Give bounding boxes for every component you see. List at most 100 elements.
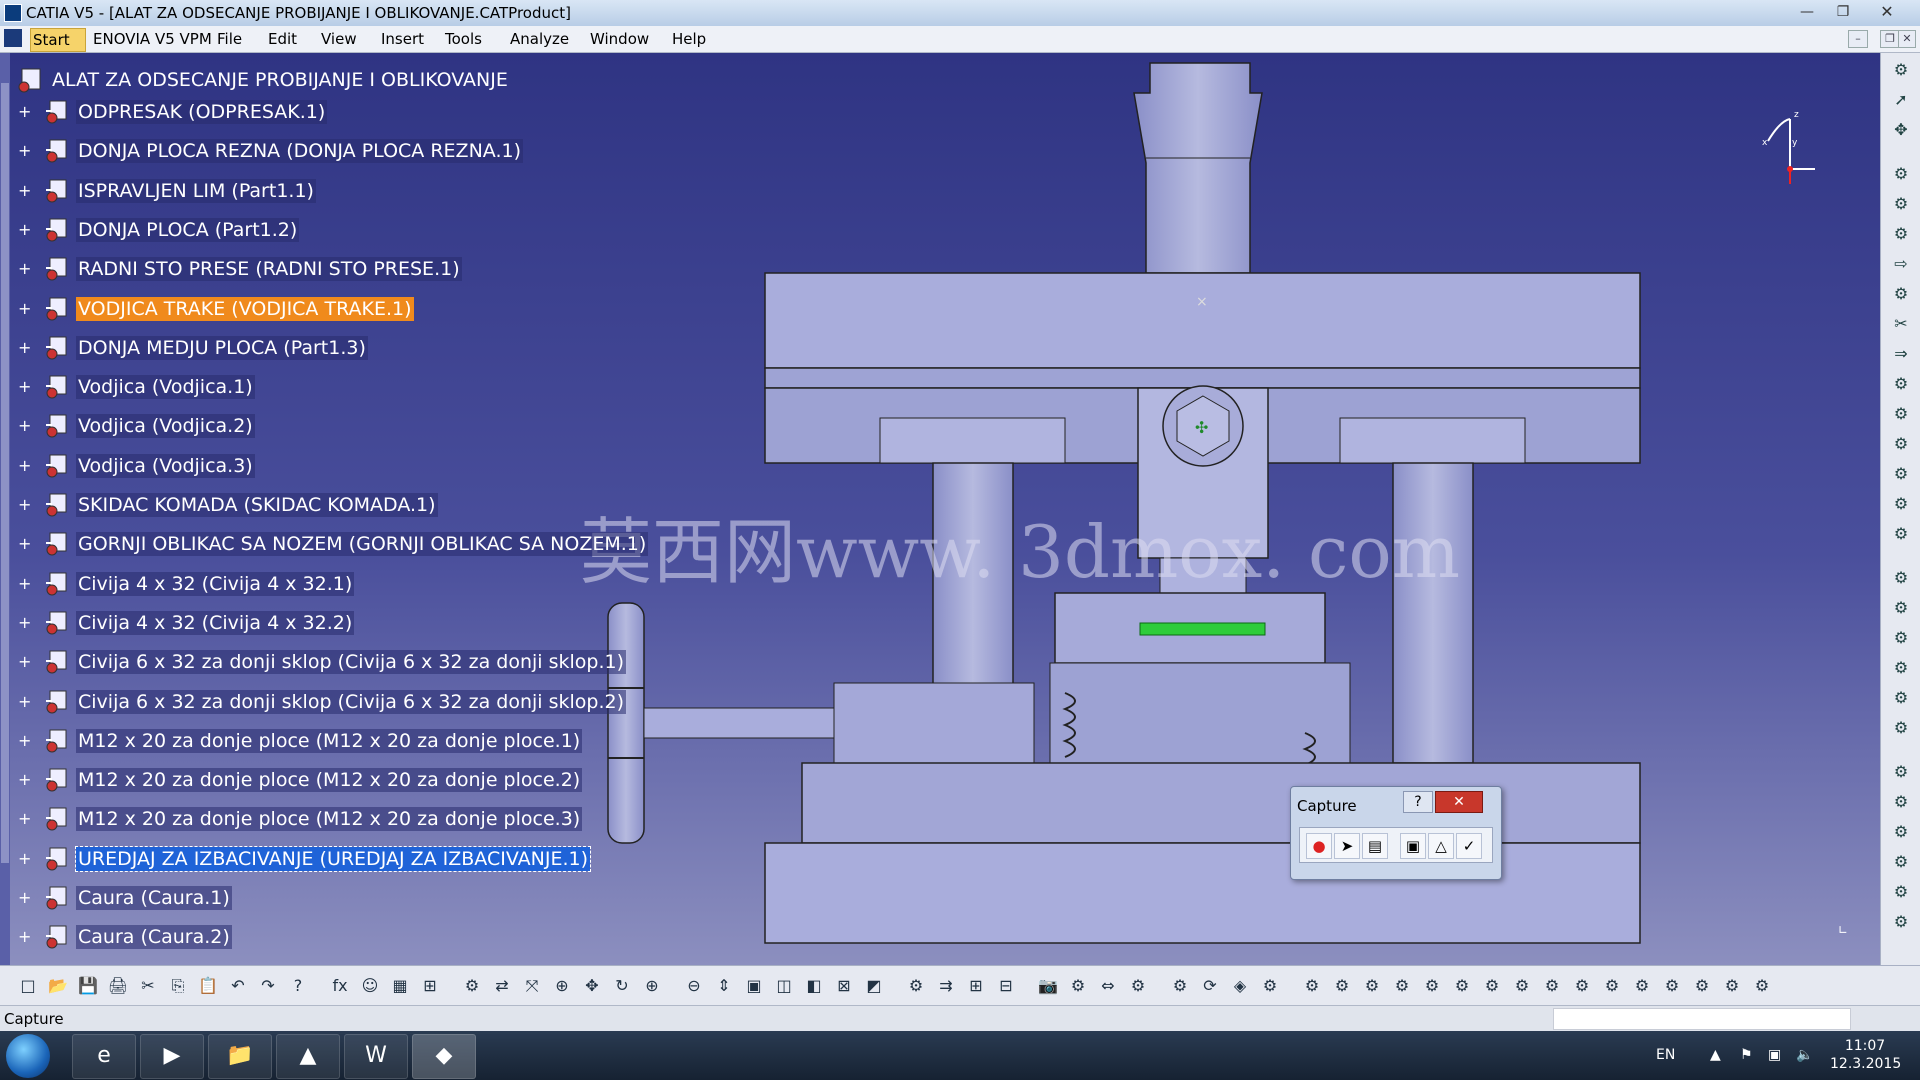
standard-tool-icon[interactable]: ⊕ (550, 975, 574, 997)
workbench-tool-icon[interactable]: ✂ (1889, 313, 1913, 335)
workbench-tool-icon[interactable]: ⚙ (1889, 59, 1913, 81)
workbench-tool-icon[interactable]: ⚙ (1889, 493, 1913, 515)
workbench-tool-icon[interactable]: ⚙ (1889, 851, 1913, 873)
expand-icon[interactable]: + (18, 536, 31, 552)
workbench-tool-icon[interactable]: ⚙ (1889, 881, 1913, 903)
menu-file[interactable]: File (217, 30, 242, 48)
workbench-tool-icon[interactable]: ⚙ (1889, 687, 1913, 709)
workbench-tool-icon[interactable]: ⚙ (1889, 627, 1913, 649)
workbench-tool-icon[interactable]: ⚙ (1889, 163, 1913, 185)
expand-icon[interactable]: + (18, 418, 31, 434)
workbench-tool-icon[interactable]: ⚙ (1889, 761, 1913, 783)
workbench-tool-icon[interactable]: ⚙ (1889, 717, 1913, 739)
menu-view[interactable]: View (321, 30, 357, 48)
standard-tool-icon[interactable]: ▦ (388, 975, 412, 997)
tray-network-icon[interactable]: ▣ (1768, 1047, 1781, 1063)
standard-tool-icon[interactable]: 💾 (76, 975, 100, 997)
standard-tool-icon[interactable]: ⚙ (1390, 975, 1414, 997)
workbench-tool-icon[interactable]: ⚙ (1889, 283, 1913, 305)
workbench-tool-icon[interactable]: ⚙ (1889, 373, 1913, 395)
standard-tool-icon[interactable]: ⚙ (1066, 975, 1090, 997)
standard-tool-icon[interactable]: ⚙ (1480, 975, 1504, 997)
standard-tool-icon[interactable]: ↻ (610, 975, 634, 997)
standard-tool-icon[interactable]: ✥ (580, 975, 604, 997)
standard-tool-icon[interactable]: 📋 (196, 975, 220, 997)
expand-icon[interactable]: + (18, 654, 31, 670)
capture-options-icon[interactable]: ▤ (1362, 833, 1388, 859)
standard-tool-icon[interactable]: ⚙ (1750, 975, 1774, 997)
standard-tool-icon[interactable]: ⚙ (1420, 975, 1444, 997)
catia-menu-icon[interactable] (4, 29, 22, 47)
standard-tool-icon[interactable]: ⚙ (1690, 975, 1714, 997)
menu-window[interactable]: Window (590, 30, 649, 48)
standard-tool-icon[interactable]: ↷ (256, 975, 280, 997)
standard-tool-icon[interactable]: ⎘ (166, 975, 190, 997)
standard-tool-icon[interactable]: ☺ (358, 975, 382, 997)
standard-tool-icon[interactable]: ✂ (136, 975, 160, 997)
standard-tool-icon[interactable]: ⊖ (682, 975, 706, 997)
standard-tool-icon[interactable]: fx (328, 975, 352, 997)
tray-flag-icon[interactable]: ⚑ (1740, 1047, 1753, 1063)
taskbar-media-player-icon[interactable]: ▶ (140, 1034, 204, 1079)
taskbar-ie-icon[interactable]: e (72, 1034, 136, 1079)
standard-tool-icon[interactable]: ⚙ (1300, 975, 1324, 997)
workbench-tool-icon[interactable]: ✥ (1889, 119, 1913, 141)
standard-tool-icon[interactable]: ⤧ (520, 975, 544, 997)
expand-icon[interactable]: + (18, 693, 31, 709)
expand-icon[interactable]: + (18, 890, 31, 906)
tray-show-hidden-icon[interactable]: ▲ (1710, 1047, 1721, 1063)
standard-tool-icon[interactable]: ⇔ (1096, 975, 1120, 997)
menu-insert[interactable]: Insert (381, 30, 424, 48)
menu-tools[interactable]: Tools (445, 30, 482, 48)
expand-icon[interactable]: + (18, 614, 31, 630)
standard-tool-icon[interactable]: ⚙ (1330, 975, 1354, 997)
expand-icon[interactable]: + (18, 339, 31, 355)
standard-tool-icon[interactable]: ⚙ (460, 975, 484, 997)
tray-clock[interactable]: 11:07 12.3.2015 (1830, 1037, 1901, 1073)
standard-tool-icon[interactable]: ▣ (742, 975, 766, 997)
capture-help-button[interactable]: ? (1403, 791, 1433, 813)
standard-tool-icon[interactable]: 📷 (1036, 975, 1060, 997)
standard-tool-icon[interactable]: ⊟ (994, 975, 1018, 997)
standard-tool-icon[interactable]: ⚙ (1660, 975, 1684, 997)
standard-tool-icon[interactable]: ⚙ (1720, 975, 1744, 997)
minimize-button[interactable]: — (1790, 2, 1824, 22)
expand-icon[interactable]: + (18, 811, 31, 827)
standard-tool-icon[interactable]: ⚙ (1540, 975, 1564, 997)
standard-tool-icon[interactable]: ↶ (226, 975, 250, 997)
standard-tool-icon[interactable]: ◧ (802, 975, 826, 997)
expand-icon[interactable]: + (18, 850, 31, 866)
expand-icon[interactable]: + (18, 143, 31, 159)
standard-tool-icon[interactable]: ⊞ (964, 975, 988, 997)
taskbar-word-icon[interactable]: W (344, 1034, 408, 1079)
standard-tool-icon[interactable]: ⇕ (712, 975, 736, 997)
standard-tool-icon[interactable]: ⟳ (1198, 975, 1222, 997)
taskbar-explorer-icon[interactable]: 📁 (208, 1034, 272, 1079)
doc-restore-button[interactable]: ❐ (1880, 30, 1900, 48)
standard-tool-icon[interactable]: ⚙ (904, 975, 928, 997)
standard-tool-icon[interactable]: ⚙ (1258, 975, 1282, 997)
capture-video-icon[interactable]: ✓ (1456, 833, 1482, 859)
workbench-tool-icon[interactable]: ⚙ (1889, 193, 1913, 215)
capture-image-icon[interactable]: △ (1428, 833, 1454, 859)
workbench-tool-icon[interactable]: ➚ (1889, 89, 1913, 111)
standard-tool-icon[interactable]: ⇉ (934, 975, 958, 997)
standard-tool-icon[interactable]: ⊠ (832, 975, 856, 997)
workbench-tool-icon[interactable]: ⚙ (1889, 911, 1913, 933)
capture-record-icon[interactable]: ● (1306, 833, 1332, 859)
workbench-tool-icon[interactable]: ⚙ (1889, 821, 1913, 843)
tray-volume-icon[interactable]: 🔈 (1796, 1047, 1813, 1063)
standard-tool-icon[interactable]: ⚙ (1126, 975, 1150, 997)
menu-start[interactable]: Start (30, 28, 86, 52)
tree-scrollbar-thumb[interactable] (1, 83, 9, 863)
workbench-tool-icon[interactable]: ⚙ (1889, 463, 1913, 485)
workbench-tool-icon[interactable]: ⚙ (1889, 403, 1913, 425)
workbench-tool-icon[interactable]: ⚙ (1889, 791, 1913, 813)
standard-tool-icon[interactable]: ⚙ (1630, 975, 1654, 997)
capture-dialog[interactable]: Capture ? ✕ ● ➤ ▤ ▣ △ ✓ (1290, 786, 1502, 880)
expand-icon[interactable]: + (18, 261, 31, 277)
expand-icon[interactable]: + (18, 772, 31, 788)
close-button[interactable]: ✕ (1870, 2, 1904, 22)
workbench-tool-icon[interactable]: ⚙ (1889, 597, 1913, 619)
expand-icon[interactable]: + (18, 732, 31, 748)
